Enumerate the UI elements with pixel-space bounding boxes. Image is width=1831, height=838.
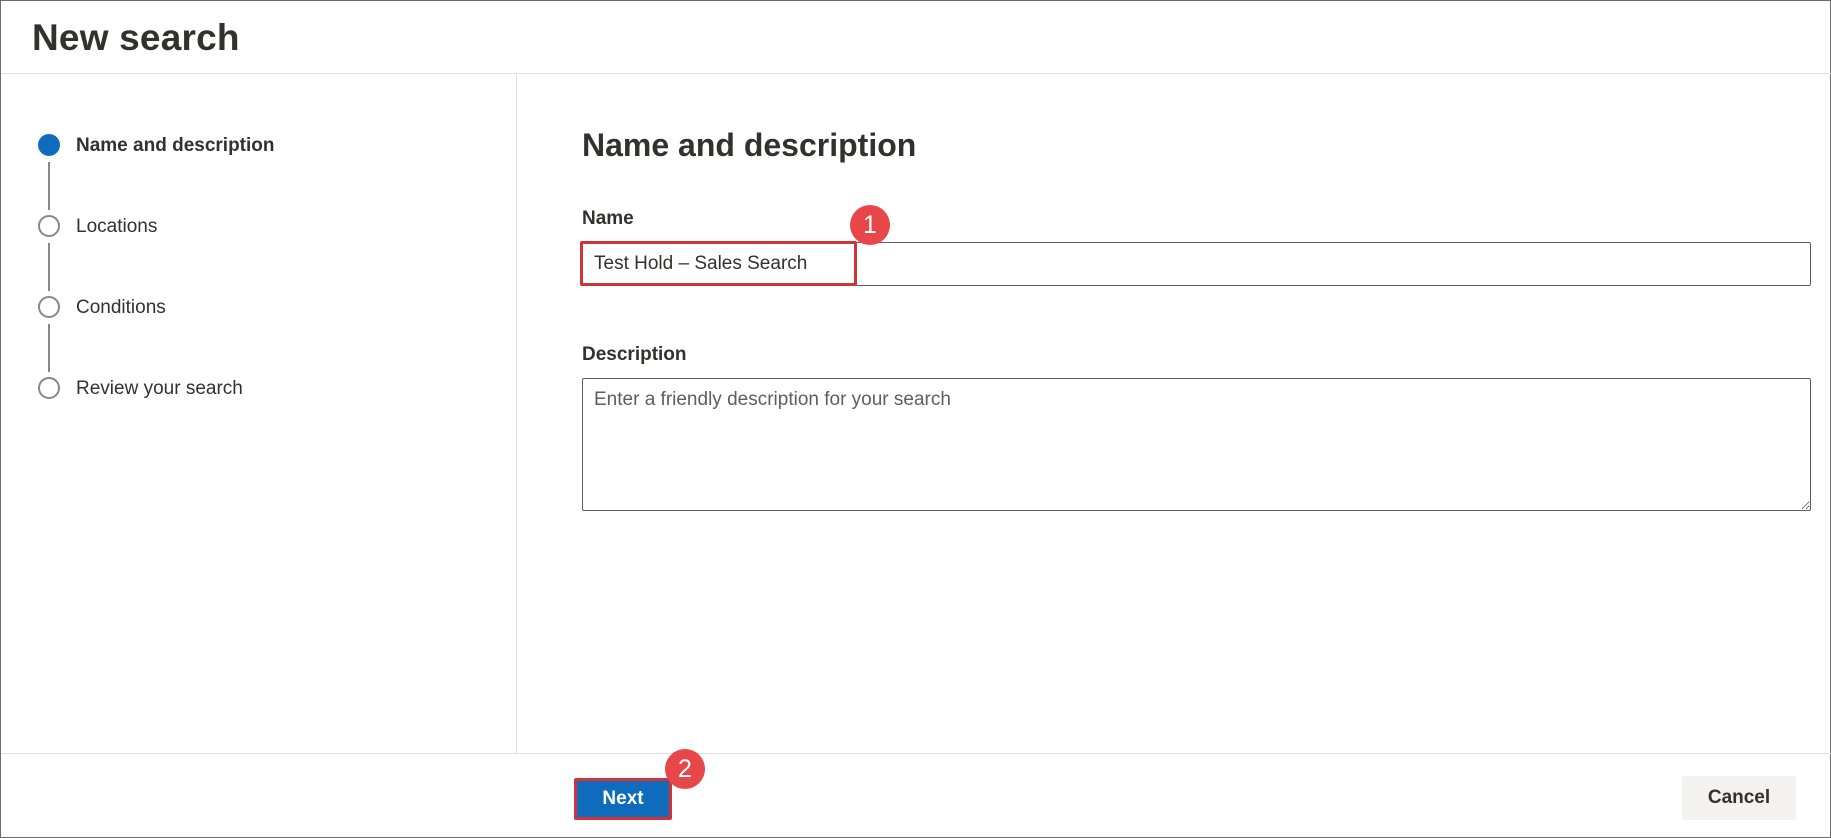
cancel-button[interactable]: Cancel <box>1682 776 1796 820</box>
annotation-badge-2: 2 <box>665 749 705 789</box>
name-input[interactable] <box>582 242 1811 286</box>
new-search-panel: New search Name and description Location… <box>0 0 1831 838</box>
step-current-indicator-icon <box>38 134 60 156</box>
page-header: New search <box>2 2 1831 74</box>
page-title: New search <box>32 17 240 58</box>
step-pending-indicator-icon <box>38 215 60 237</box>
wizard-step-label: Name and description <box>76 135 275 156</box>
description-field-label: Description <box>582 344 687 365</box>
step-connector <box>48 162 50 210</box>
step-pending-indicator-icon <box>38 377 60 399</box>
step-connector <box>48 243 50 291</box>
wizard-footer: Next 2 Cancel <box>2 749 1831 838</box>
description-textarea[interactable] <box>582 378 1811 511</box>
wizard-step-label: Conditions <box>76 297 166 318</box>
next-button[interactable]: Next <box>576 780 670 818</box>
section-title: Name and description <box>582 127 917 163</box>
form-content: Name and description Name 1 Description <box>518 75 1831 753</box>
wizard-step-nav: Name and description Locations Condition… <box>2 75 517 753</box>
step-pending-indicator-icon <box>38 296 60 318</box>
wizard-step-label: Locations <box>76 216 158 237</box>
name-field-label: Name <box>582 208 634 229</box>
wizard-step-label: Review your search <box>76 378 243 399</box>
step-connector <box>48 324 50 372</box>
annotation-badge-1: 1 <box>850 205 890 245</box>
